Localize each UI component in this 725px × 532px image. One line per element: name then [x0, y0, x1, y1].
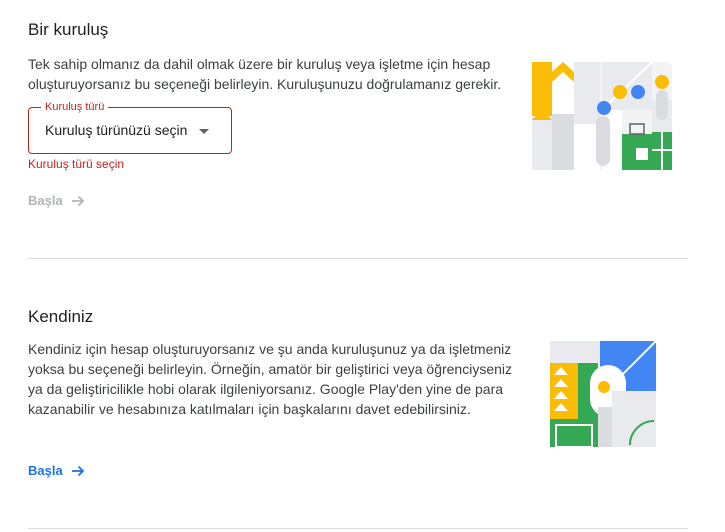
arrow-right-icon — [71, 465, 84, 476]
organization-type-value: Kuruluş türünüzü seçin — [45, 122, 188, 138]
organization-illustration — [532, 62, 672, 170]
personal-start-label: Başla — [28, 463, 63, 478]
personal-title: Kendiniz — [28, 307, 94, 326]
organization-description: Tek sahip olmanız da dahil olmak üzere b… — [28, 56, 502, 92]
personal-start-button[interactable]: Başla — [28, 463, 85, 478]
chevron-down-icon — [199, 129, 209, 134]
organization-start-label: Başla — [28, 193, 63, 208]
personal-illustration — [550, 341, 656, 447]
organization-section: Bir kuruluş Tek sahip olmanız da dahil o… — [28, 0, 688, 258]
personal-description: Kendiniz için hesap oluşturuyorsanız ve … — [28, 341, 513, 417]
organization-type-label: Kuruluş türü — [41, 100, 109, 114]
arrow-right-icon — [71, 195, 84, 206]
personal-section: Kendiniz Kendiniz için hesap oluşturuyor… — [28, 259, 688, 529]
organization-title: Bir kuruluş — [28, 20, 109, 39]
organization-type-select[interactable]: Kuruluş türü Kuruluş türünüzü seçin — [28, 100, 232, 154]
section-divider-bottom — [28, 528, 688, 529]
organization-start-button[interactable]: Başla — [28, 193, 85, 208]
organization-type-error: Kuruluş türü seçin — [28, 157, 125, 171]
